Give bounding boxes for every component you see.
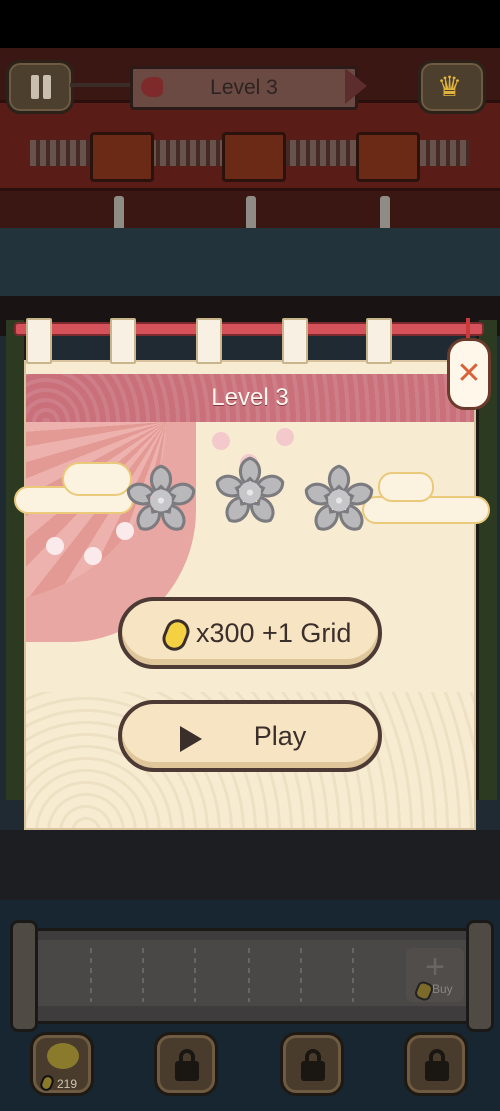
buy-label: Buy: [432, 982, 453, 996]
coin-icon: [38, 1073, 56, 1093]
lantern-decoration: [222, 132, 286, 182]
slot-divider: [194, 948, 196, 1002]
coin-count: 219: [57, 1077, 78, 1091]
lock-icon-body: [425, 1061, 449, 1081]
star-3-icon: [300, 460, 378, 538]
close-button[interactable]: ✕: [447, 338, 491, 410]
lock-icon-body: [175, 1061, 199, 1081]
sakura-petal: [276, 428, 294, 446]
level-banner-label: Level 3: [210, 76, 278, 99]
piggy-bank-slot[interactable]: 219: [30, 1032, 94, 1096]
scene-lower-wall: [0, 830, 500, 910]
star-1-icon: [122, 460, 200, 538]
slot-divider: [142, 948, 144, 1002]
scene-floor: [0, 228, 500, 298]
lantern-tassel: [114, 196, 124, 232]
slot-divider: [90, 948, 92, 1002]
star-2-icon: [211, 452, 289, 530]
curtain-tab: [282, 318, 308, 364]
crown-button[interactable]: ♛: [418, 60, 486, 114]
sakura-petal: [212, 432, 230, 450]
scroll-end-right: [466, 920, 494, 1032]
dialog-title: Level 3: [211, 384, 289, 411]
scroll-end-left: [10, 920, 38, 1032]
play-button[interactable]: Play: [118, 700, 382, 772]
buy-grid-label: x300 +1 Grid: [196, 618, 352, 648]
tile-shelf-surface: [30, 940, 470, 1006]
pause-button[interactable]: [6, 60, 74, 114]
pause-icon: [31, 75, 39, 99]
curtain-tab: [196, 318, 222, 364]
locked-slot-3[interactable]: [404, 1032, 468, 1096]
play-label: Play: [253, 721, 307, 751]
lantern-tassel: [246, 196, 256, 232]
status-bar: [0, 0, 500, 48]
locked-slot-1[interactable]: [154, 1032, 218, 1096]
lantern-string: [466, 318, 470, 340]
lantern-decoration: [356, 132, 420, 182]
curtain-tab: [366, 318, 392, 364]
cloud-decoration: [378, 472, 434, 502]
buy-grid-button[interactable]: x300 +1 Grid: [118, 597, 382, 669]
lantern-decoration: [90, 132, 154, 182]
lock-icon-body: [301, 1061, 325, 1081]
slot-divider: [300, 948, 302, 1002]
locked-slot-2[interactable]: [280, 1032, 344, 1096]
piggy-bank-icon: [47, 1043, 79, 1069]
curtain-tab: [110, 318, 136, 364]
crown-icon: ♛: [437, 71, 463, 102]
curtain-rod: [14, 322, 484, 336]
level-banner: Level 3: [130, 66, 358, 110]
sakura-petal: [46, 537, 64, 555]
pause-icon-bar: [43, 75, 51, 99]
coin-icon: [158, 615, 194, 655]
slot-divider: [352, 948, 354, 1002]
plus-icon: +: [425, 948, 445, 986]
close-icon: ✕: [456, 357, 482, 390]
curtain-tab: [26, 318, 52, 364]
sakura-petal: [84, 547, 102, 565]
lantern-tassel: [380, 196, 390, 232]
buy-slot-button[interactable]: + Buy: [406, 948, 464, 1003]
banner-tail: [345, 68, 367, 104]
slot-divider: [248, 948, 250, 1002]
banner-pole: [70, 83, 132, 87]
